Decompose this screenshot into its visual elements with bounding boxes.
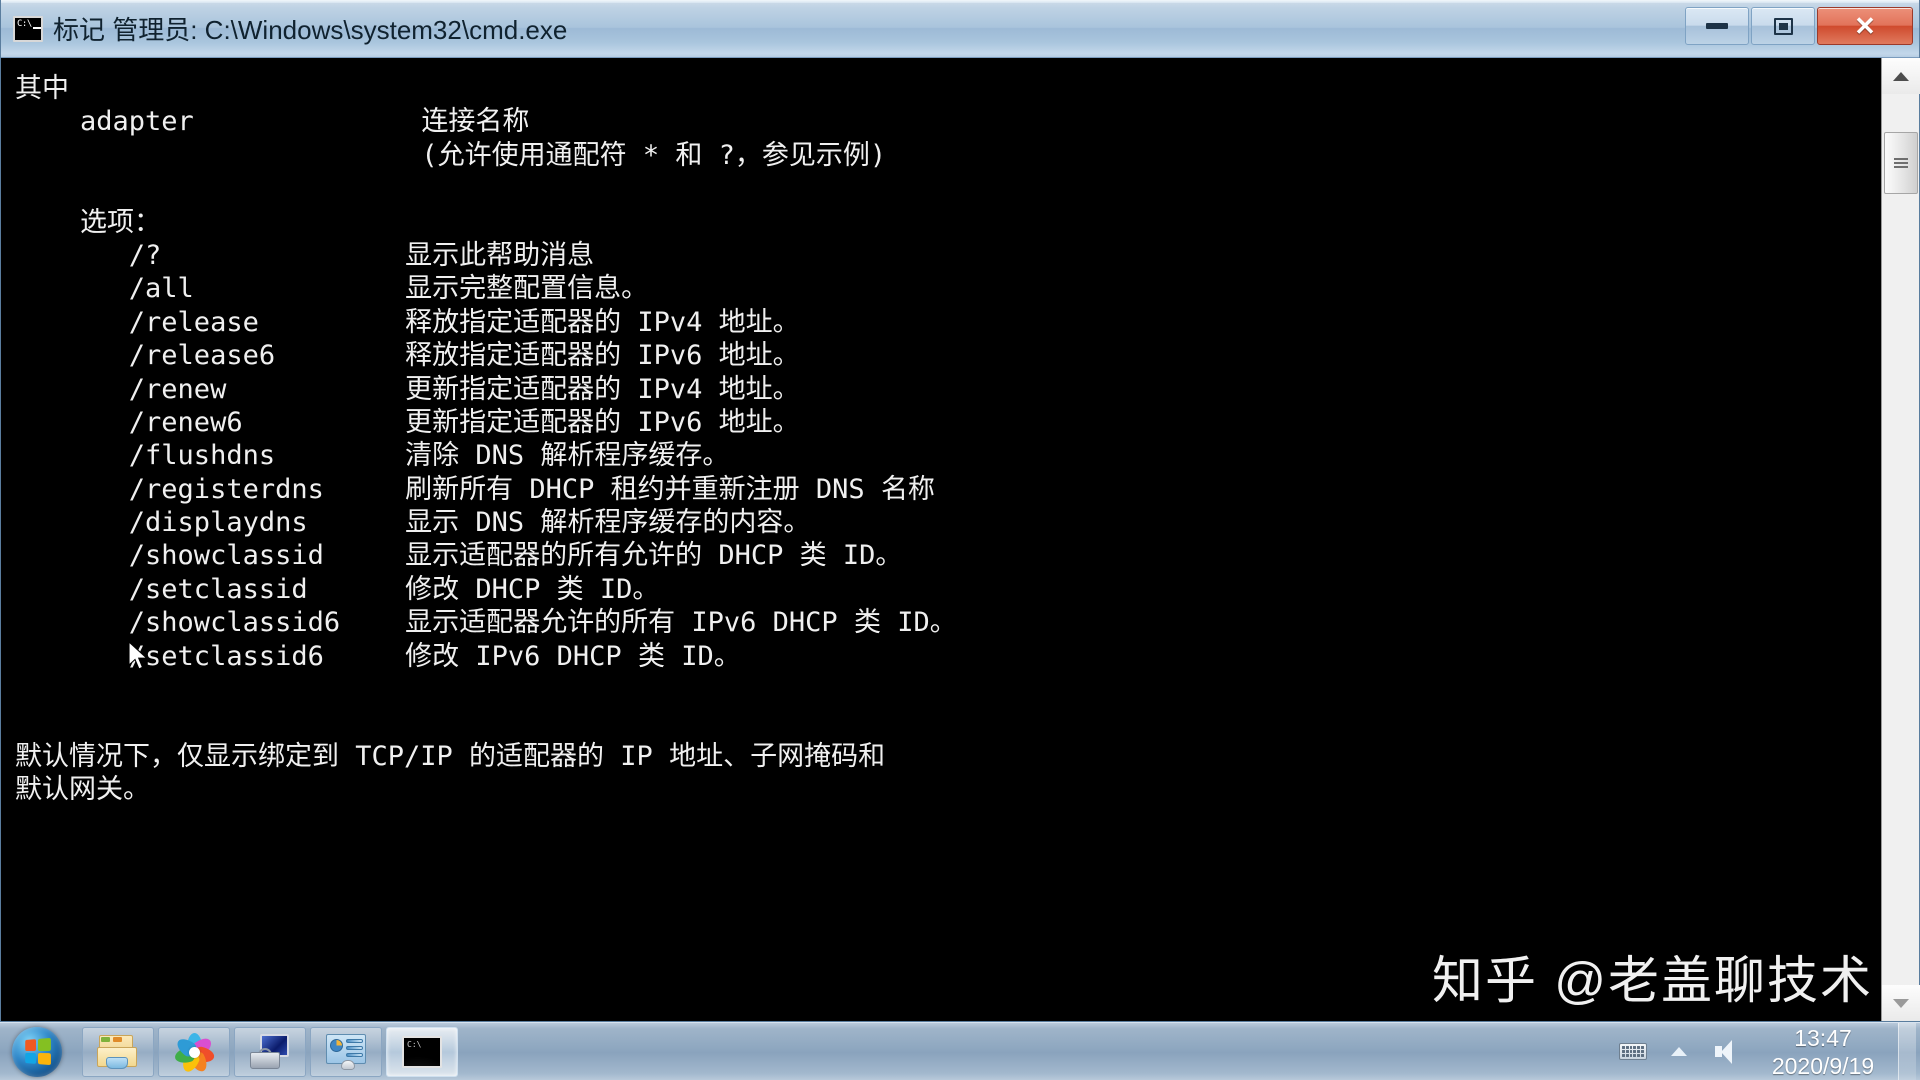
console-line: /renew 更新指定适配器的 IPv4 地址。: [15, 373, 800, 405]
console-line: 默认网关。: [15, 774, 150, 806]
console-line: /release6 释放指定适配器的 IPv6 地址。: [15, 340, 800, 372]
console-line: /renew6 更新指定适配器的 IPv6 地址。: [15, 406, 800, 438]
clock-time: 13:47: [1794, 1024, 1852, 1051]
clock[interactable]: 13:47 2020/9/19: [1748, 1024, 1898, 1080]
console-output[interactable]: 其中 adapter 连接名称 (允许使用通配符 * 和 ?，参见示例) 选项：…: [1, 58, 1881, 1021]
window-titlebar[interactable]: C:\ 标记 管理员: C:\Windows\system32\cmd.exe …: [1, 0, 1919, 58]
console-line: /setclassid6 修改 IPv6 DHCP 类 ID。: [15, 640, 741, 672]
close-icon: ✕: [1854, 11, 1876, 41]
cmd-icon-cursor: [33, 26, 41, 29]
start-button[interactable]: [6, 1025, 68, 1079]
taskbar: C:\ 13:47 2020/9/19: [0, 1022, 1920, 1080]
chevron-up-icon: [1893, 71, 1909, 81]
scroll-up-arrow[interactable]: [1882, 58, 1920, 94]
watermark-text: 知乎 @老盖聊技术: [1432, 952, 1873, 1009]
console-line: 其中: [15, 73, 69, 104]
desktop-screen: C:\ 标记 管理员: C:\Windows\system32\cmd.exe …: [0, 0, 1920, 1080]
volume-icon[interactable]: [1702, 1023, 1748, 1080]
pinwheel-icon: [173, 1032, 216, 1074]
maximize-button[interactable]: [1751, 7, 1815, 45]
console-line: /showclassid6 显示适配器允许的所有 IPv6 DHCP 类 ID。: [15, 607, 957, 639]
cmd-window: C:\ 标记 管理员: C:\Windows\system32\cmd.exe …: [0, 0, 1920, 1022]
taskbar-control-panel[interactable]: [310, 1026, 382, 1077]
show-hidden-icons-arrow[interactable]: [1656, 1023, 1702, 1080]
windows-logo-icon: [12, 1026, 62, 1077]
console-line: /release 释放指定适配器的 IPv4 地址。: [15, 306, 800, 338]
console-line: /setclassid 修改 DHCP 类 ID。: [15, 573, 660, 605]
cmd-icon: C:\: [402, 1035, 442, 1068]
console-line: (允许使用通配符 * 和 ?，参见示例): [15, 139, 887, 171]
console-line: /showclassid 显示适配器的所有允许的 DHCP 类 ID。: [15, 540, 903, 572]
taskbar-cmd[interactable]: C:\: [386, 1026, 458, 1077]
console-scrollbar[interactable]: [1881, 58, 1920, 1021]
taskbar-explorer[interactable]: [82, 1026, 154, 1077]
maximize-icon: [1773, 17, 1793, 35]
console-line: /all 显示完整配置信息。: [15, 273, 649, 305]
minimize-icon: [1706, 23, 1728, 29]
scroll-thumb[interactable]: [1884, 132, 1918, 194]
console-line: adapter 连接名称: [15, 106, 530, 138]
window-controls: ✕: [1685, 7, 1913, 45]
console-line: 选项：: [15, 206, 162, 238]
taskbar-items: C:\: [82, 1026, 458, 1077]
window-title: 标记 管理员: C:\Windows\system32\cmd.exe: [53, 15, 568, 45]
console-line: /displaydns 显示 DNS 解析程序缓存的内容。: [15, 507, 811, 539]
console-line: /? 显示此帮助消息: [15, 239, 595, 271]
control-panel-icon: [325, 1033, 367, 1070]
clock-date: 2020/9/19: [1771, 1052, 1875, 1079]
scroll-thumb-grip: [1894, 157, 1908, 169]
minimize-button[interactable]: [1685, 7, 1749, 45]
console-line: 默认情况下，仅显示绑定到 TCP/IP 的适配器的 IP 地址、子网掩码和: [15, 740, 886, 772]
taskbar-browser[interactable]: [158, 1026, 230, 1077]
close-button[interactable]: ✕: [1817, 7, 1913, 45]
console-line: /flushdns 清除 DNS 解析程序缓存。: [15, 440, 730, 472]
taskbar-computer[interactable]: [234, 1026, 306, 1077]
cmd-icon: C:\: [13, 15, 43, 42]
system-tray: 13:47 2020/9/19: [1610, 1022, 1920, 1080]
keyboard-ime-icon[interactable]: [1610, 1023, 1656, 1080]
folder-icon: [97, 1034, 139, 1069]
console-area: 其中 adapter 连接名称 (允许使用通配符 * 和 ?，参见示例) 选项：…: [1, 58, 1920, 1021]
chevron-down-icon: [1893, 998, 1909, 1008]
scroll-down-arrow[interactable]: [1882, 985, 1920, 1021]
console-line: /registerdns 刷新所有 DHCP 租约并重新注册 DNS 名称: [15, 473, 935, 505]
show-desktop-button[interactable]: [1898, 1022, 1916, 1080]
computer-toolbox-icon: [249, 1033, 291, 1070]
cmd-icon-glyph: C:\: [17, 18, 32, 29]
